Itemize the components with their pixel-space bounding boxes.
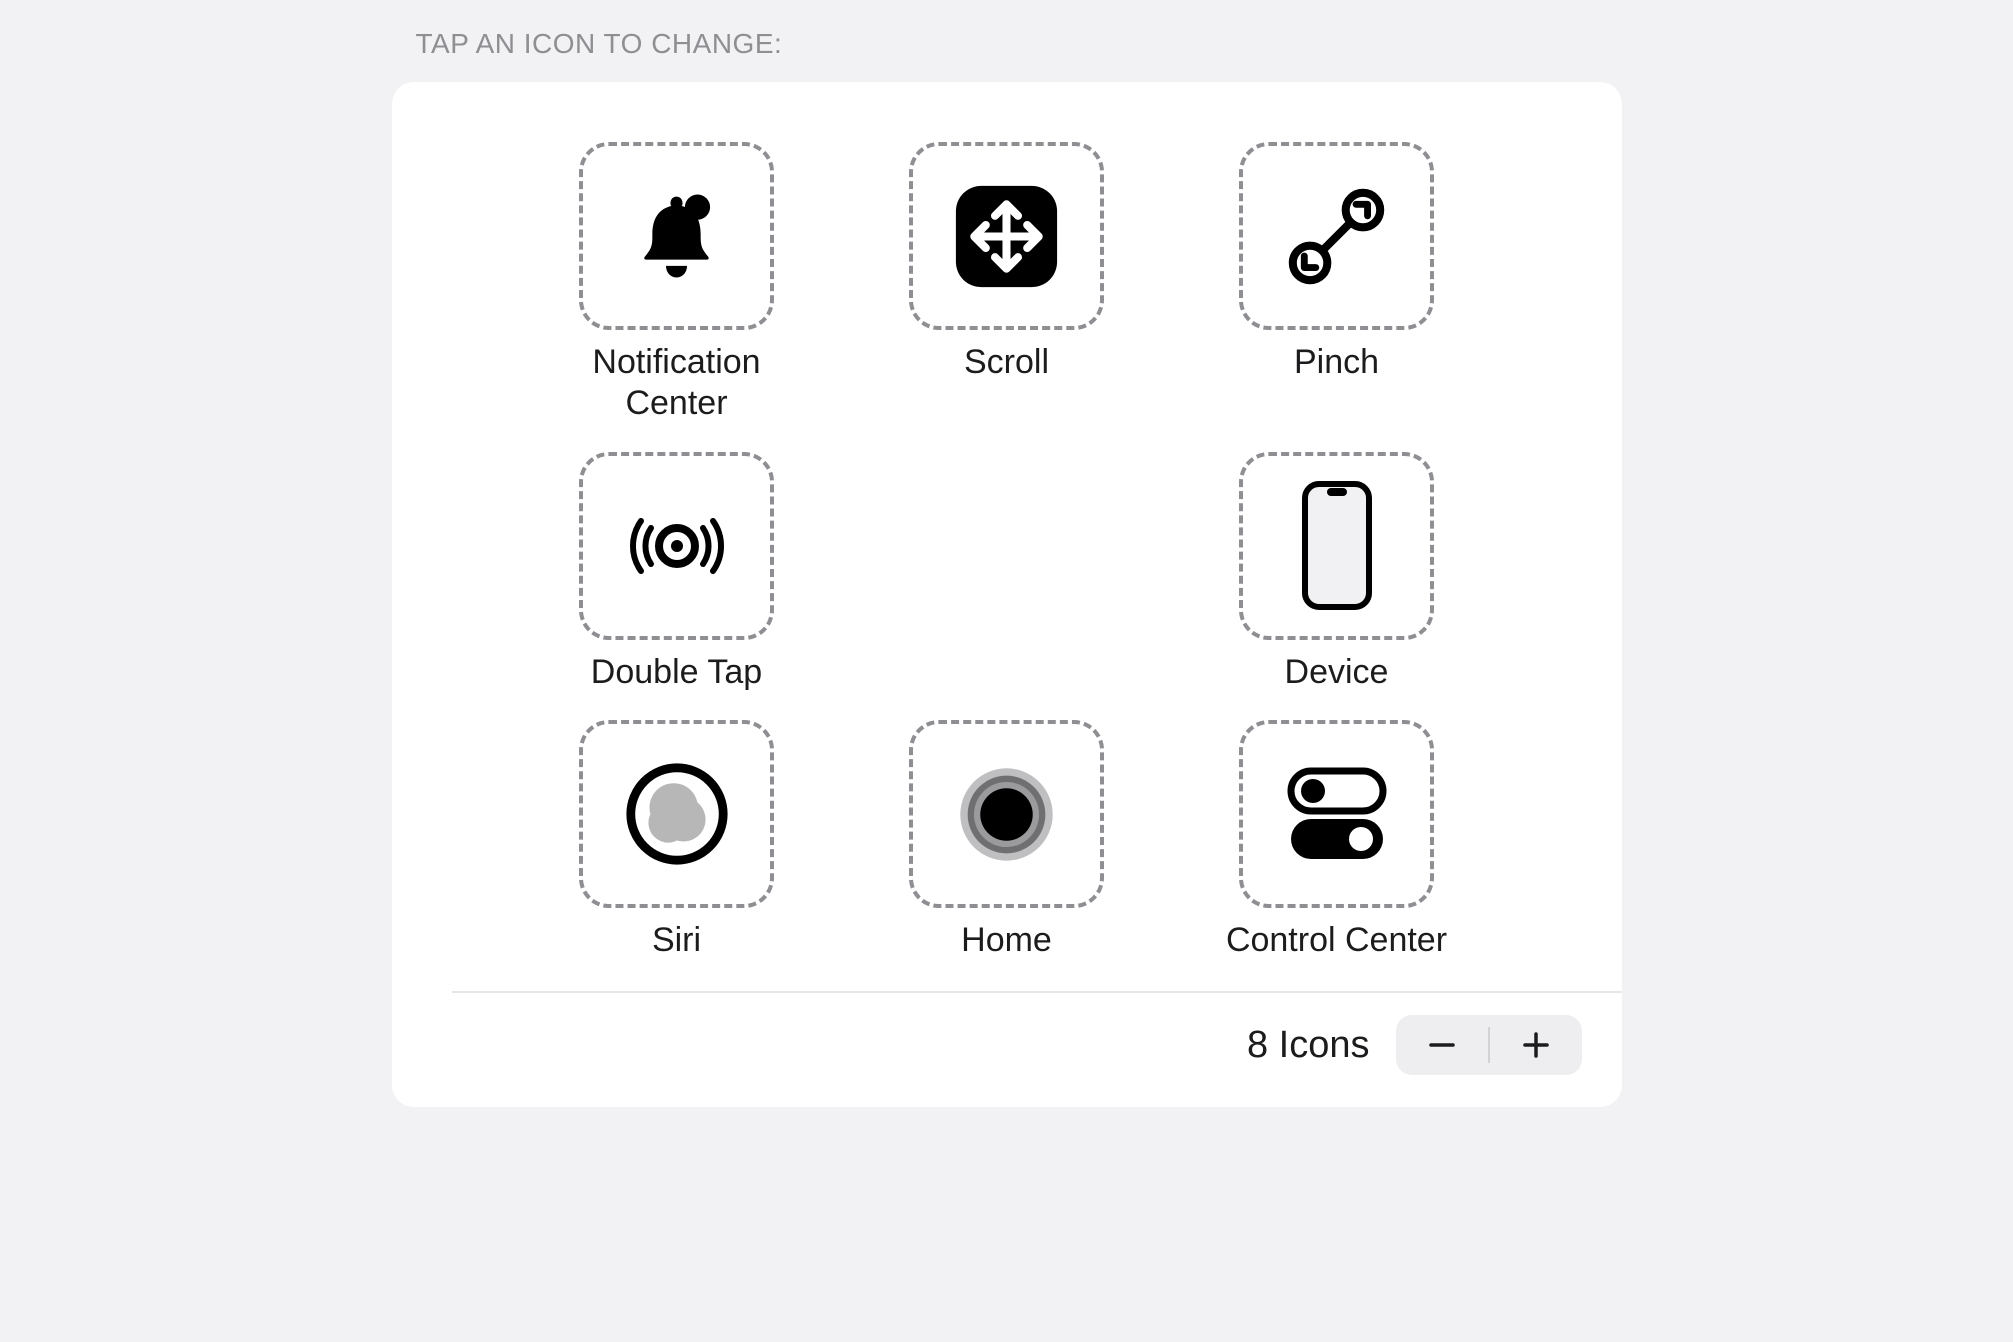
customize-panel: Notification Center [392, 82, 1622, 1107]
icon-slot-device: Device [1217, 452, 1457, 693]
control-center-tile[interactable] [1239, 720, 1434, 908]
iphone-icon [1297, 478, 1377, 613]
pinch-tile[interactable] [1239, 142, 1434, 330]
icon-label: Home [961, 920, 1052, 961]
bell-badge-icon [624, 184, 729, 289]
scroll-tile[interactable] [909, 142, 1104, 330]
icon-label: Device [1285, 652, 1389, 693]
section-header: TAP AN ICON TO CHANGE: [392, 0, 1622, 82]
double-tap-icon [617, 496, 737, 596]
icon-slot-scroll: Scroll [887, 142, 1127, 424]
icon-slot-empty [887, 452, 1127, 693]
home-tile[interactable] [909, 720, 1104, 908]
icon-slot-double-tap: Double Tap [557, 452, 797, 693]
icon-label: Siri [652, 920, 701, 961]
icon-slot-siri: Siri [557, 720, 797, 961]
icon-label: Pinch [1294, 342, 1379, 383]
stepper-row: 8 Icons [392, 993, 1622, 1107]
home-button-icon [954, 762, 1059, 867]
icon-count-label: 8 Icons [1247, 1024, 1370, 1067]
settings-screen: TAP AN ICON TO CHANGE: Notification Cent… [372, 0, 1642, 1107]
siri-tile[interactable] [579, 720, 774, 908]
device-tile[interactable] [1239, 452, 1434, 640]
icon-label: Notification Center [557, 342, 797, 424]
toggles-icon [1277, 759, 1397, 869]
pinch-icon [1279, 179, 1394, 294]
plus-icon [1521, 1030, 1551, 1060]
icon-label: Scroll [964, 342, 1049, 383]
minus-icon [1427, 1030, 1457, 1060]
scroll-arrows-icon [949, 179, 1064, 294]
icon-label: Control Center [1226, 920, 1447, 961]
stepper-decrement-button[interactable] [1396, 1015, 1488, 1075]
icon-slot-notification-center: Notification Center [557, 142, 797, 424]
icon-count-stepper [1396, 1015, 1582, 1075]
double-tap-tile[interactable] [579, 452, 774, 640]
notification-center-tile[interactable] [579, 142, 774, 330]
icon-label: Double Tap [591, 652, 762, 693]
icon-slot-control-center: Control Center [1217, 720, 1457, 961]
stepper-increment-button[interactable] [1490, 1015, 1582, 1075]
icon-slot-home: Home [887, 720, 1127, 961]
icon-slot-pinch: Pinch [1217, 142, 1457, 424]
siri-icon [622, 759, 732, 869]
icon-grid: Notification Center [392, 82, 1622, 991]
